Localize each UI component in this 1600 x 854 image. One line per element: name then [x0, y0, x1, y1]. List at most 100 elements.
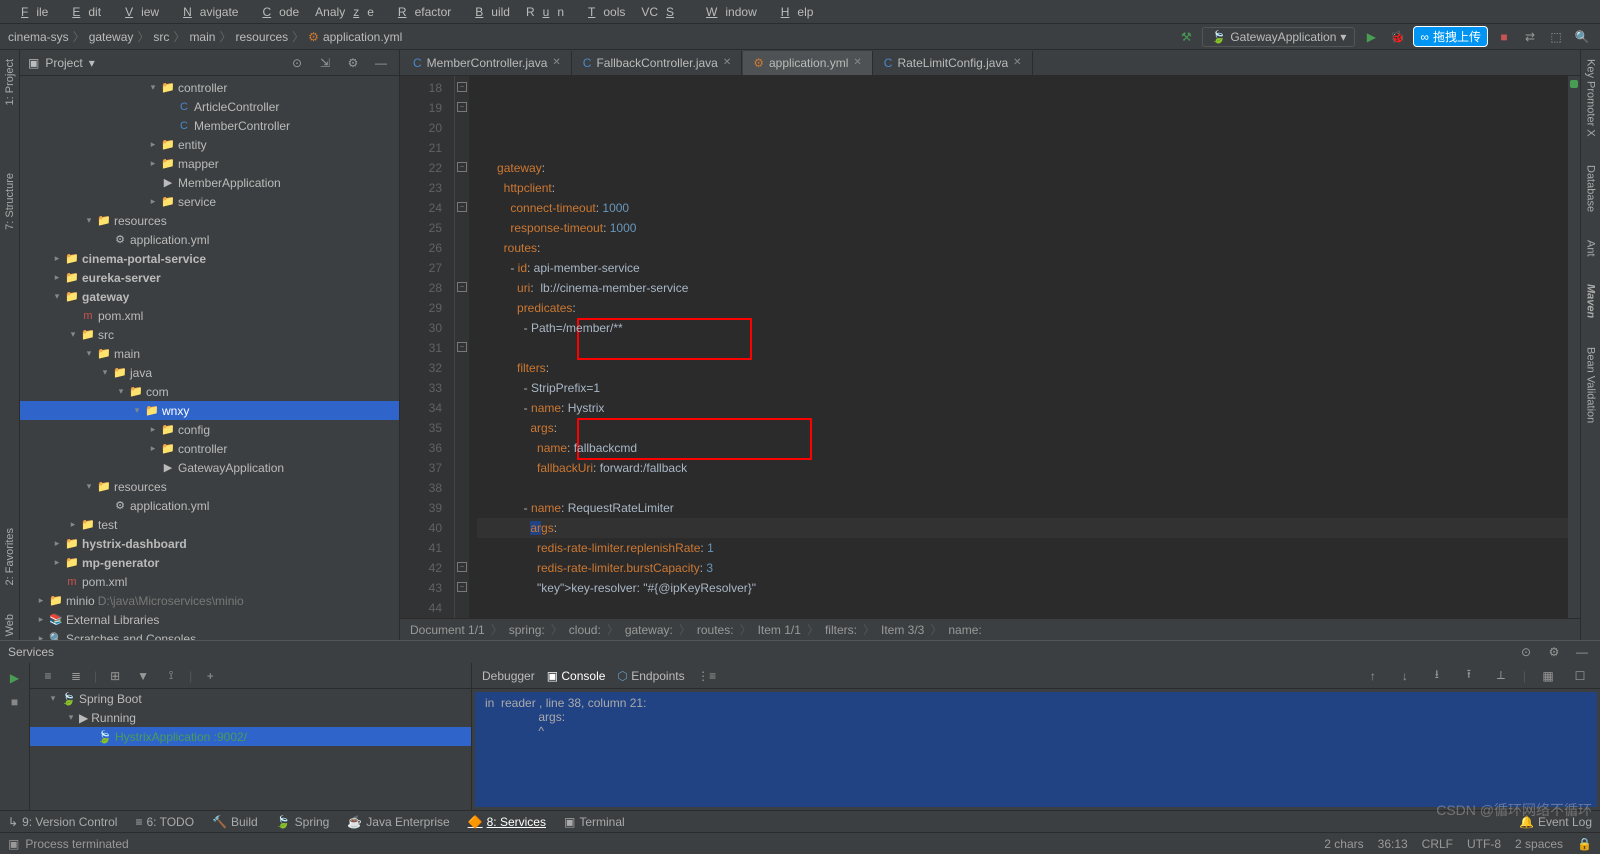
tool-ant[interactable]: Ant [1583, 236, 1599, 261]
tree-item[interactable]: ▸📁hystrix-dashboard [20, 534, 399, 553]
bottom-toolbar: ↳ 9: Version Control ≡ 6: TODO 🔨 Build 🍃… [0, 810, 1600, 832]
tree-item[interactable]: ▾📁wnxy [20, 401, 399, 420]
vcs-icon[interactable]: ⇄ [1520, 27, 1540, 47]
tab-console[interactable]: ▣ Console [547, 669, 606, 683]
services-gear-icon[interactable]: ⚙ [1544, 642, 1564, 662]
tree-item[interactable]: mpom.xml [20, 572, 399, 591]
menu-code[interactable]: Code [246, 5, 307, 19]
menu-vcs[interactable]: VCS [633, 5, 690, 19]
console-output[interactable]: in reader , line 38, column 21: args: ^ [475, 692, 1597, 807]
tree-item[interactable]: ▾📁gateway [20, 287, 399, 306]
tree-item[interactable]: ⚙application.yml [20, 496, 399, 515]
tree-item[interactable]: ▸📁service [20, 192, 399, 211]
tool-favorites[interactable]: 2: Favorites [2, 524, 18, 589]
tool-maven[interactable]: Maven [1583, 280, 1599, 322]
run-icon[interactable]: ▶ [1361, 27, 1381, 47]
everywhere-icon[interactable]: ⬚ [1546, 27, 1566, 47]
close-icon: ✕ [853, 57, 861, 68]
tab-debugger[interactable]: Debugger [482, 669, 535, 683]
tree-item[interactable]: mpom.xml [20, 306, 399, 325]
bt-vcs[interactable]: ↳ 9: Version Control [8, 815, 117, 829]
breadcrumb[interactable]: cinema-sys〉 gateway〉 src〉 main〉 resource… [8, 28, 402, 45]
menu-build[interactable]: Build [459, 5, 518, 19]
tree-item[interactable]: ▾📁src [20, 325, 399, 344]
services-panel: Services ⊙ ⚙ — ▶ ■ ≡ ≣ | ⊞ ▼ ⟟ | + ▾🍃Spr… [0, 640, 1600, 810]
close-icon: ✕ [552, 57, 560, 68]
menu-navigate[interactable]: Navigate [167, 5, 246, 19]
menu-edit[interactable]: Edit [56, 5, 109, 19]
editor-tab[interactable]: ⚙application.yml✕ [743, 51, 873, 75]
menu-refactor[interactable]: Refactor [382, 5, 459, 19]
expand-icon[interactable]: ⇲ [315, 53, 335, 73]
bt-build[interactable]: 🔨 Build [212, 815, 258, 829]
stop-icon[interactable]: ■ [1494, 27, 1514, 47]
bt-services[interactable]: 🔶 8: Services [468, 815, 546, 829]
tool-beanvalidation[interactable]: Bean Validation [1583, 343, 1599, 427]
tree-item[interactable]: ▾📁resources [20, 211, 399, 230]
tree-item[interactable]: ▾📁com [20, 382, 399, 401]
pin-badge[interactable]: ∞拖拽上传 [1413, 26, 1488, 47]
menu-file[interactable]: File [5, 5, 56, 19]
tree-item[interactable]: ▸📁entity [20, 135, 399, 154]
tree-item[interactable]: ▾📁controller [20, 78, 399, 97]
tree-item[interactable]: ▸📁controller [20, 439, 399, 458]
tool-database[interactable]: Database [1583, 161, 1599, 216]
hide-icon[interactable]: — [371, 53, 391, 73]
menu-tools[interactable]: Tools [572, 5, 633, 19]
tool-web[interactable]: Web [2, 610, 18, 640]
menu-window[interactable]: Window [690, 5, 765, 19]
tree-item[interactable]: ▸📁mapper [20, 154, 399, 173]
tree-item[interactable]: ▸📁mp-generator [20, 553, 399, 572]
menu-help[interactable]: Help [765, 5, 822, 19]
tree-item[interactable]: ▸📁eureka-server [20, 268, 399, 287]
event-log[interactable]: 🔔 Event Log [1519, 815, 1592, 829]
close-icon: ✕ [1013, 57, 1021, 68]
locate-icon[interactable]: ⊙ [287, 53, 307, 73]
tree-item[interactable]: ▶MemberApplication [20, 173, 399, 192]
services-hide-icon[interactable]: — [1572, 642, 1592, 662]
services-nav-icon[interactable]: ⊙ [1516, 642, 1536, 662]
tool-project[interactable]: 1: Project [2, 55, 18, 109]
editor-tab[interactable]: CFallbackController.java✕ [573, 51, 742, 75]
tool-keypromoter[interactable]: Key Promoter X [1583, 55, 1599, 141]
gear-icon[interactable]: ⚙ [343, 53, 363, 73]
bt-terminal[interactable]: ▣ Terminal [564, 815, 625, 829]
tool-structure[interactable]: 7: Structure [2, 169, 18, 234]
tree-item[interactable]: CArticleController [20, 97, 399, 116]
tab-endpoints[interactable]: ⬡ Endpoints [617, 669, 684, 683]
tree-item[interactable]: ▸📁cinema-portal-service [20, 249, 399, 268]
filter-icon[interactable]: ▼ [133, 666, 153, 686]
stop-icon[interactable]: ■ [5, 692, 25, 712]
menu-run[interactable]: Run [518, 5, 572, 19]
add-icon[interactable]: + [200, 666, 220, 686]
tree-item[interactable]: ▸📁minio D:\java\Microservices\minio [20, 591, 399, 610]
tree-item[interactable]: ▸📁test [20, 515, 399, 534]
status-indicator [1570, 80, 1578, 88]
editor-tab[interactable]: CRateLimitConfig.java✕ [874, 51, 1033, 75]
rerun-icon[interactable]: ▶ [5, 668, 25, 688]
tree-item[interactable]: ▾📁java [20, 363, 399, 382]
tree-item[interactable]: ▸📁config [20, 420, 399, 439]
project-label: Project [45, 56, 82, 70]
debug-icon[interactable]: 🐞 [1387, 27, 1407, 47]
tree-item[interactable]: ▾📁main [20, 344, 399, 363]
status-message: Process terminated [25, 837, 128, 851]
editor-tab[interactable]: CMemberController.java✕ [403, 51, 572, 75]
project-dropdown-icon[interactable]: ▾ [89, 56, 95, 70]
menu-analyze[interactable]: Analyze [307, 5, 382, 19]
build-icon[interactable]: ⚒ [1176, 27, 1196, 47]
bt-todo[interactable]: ≡ 6: TODO [135, 815, 194, 829]
tree-item[interactable]: ▾📁resources [20, 477, 399, 496]
close-icon: ✕ [723, 57, 731, 68]
services-title: Services [8, 645, 54, 659]
bt-spring[interactable]: 🍃 Spring [276, 815, 330, 829]
bt-javaee[interactable]: ☕ Java Enterprise [347, 815, 449, 829]
run-config-selector[interactable]: 🍃GatewayApplication▾ [1202, 27, 1355, 47]
tree-item[interactable]: ⚙application.yml [20, 230, 399, 249]
tree-item[interactable]: ▶GatewayApplication [20, 458, 399, 477]
tree-item[interactable]: CMemberController [20, 116, 399, 135]
tree-item[interactable]: ▸🔍Scratches and Consoles [20, 629, 399, 640]
search-icon[interactable]: 🔍 [1572, 27, 1592, 47]
menu-view[interactable]: View [109, 5, 167, 19]
tree-item[interactable]: ▸📚External Libraries [20, 610, 399, 629]
